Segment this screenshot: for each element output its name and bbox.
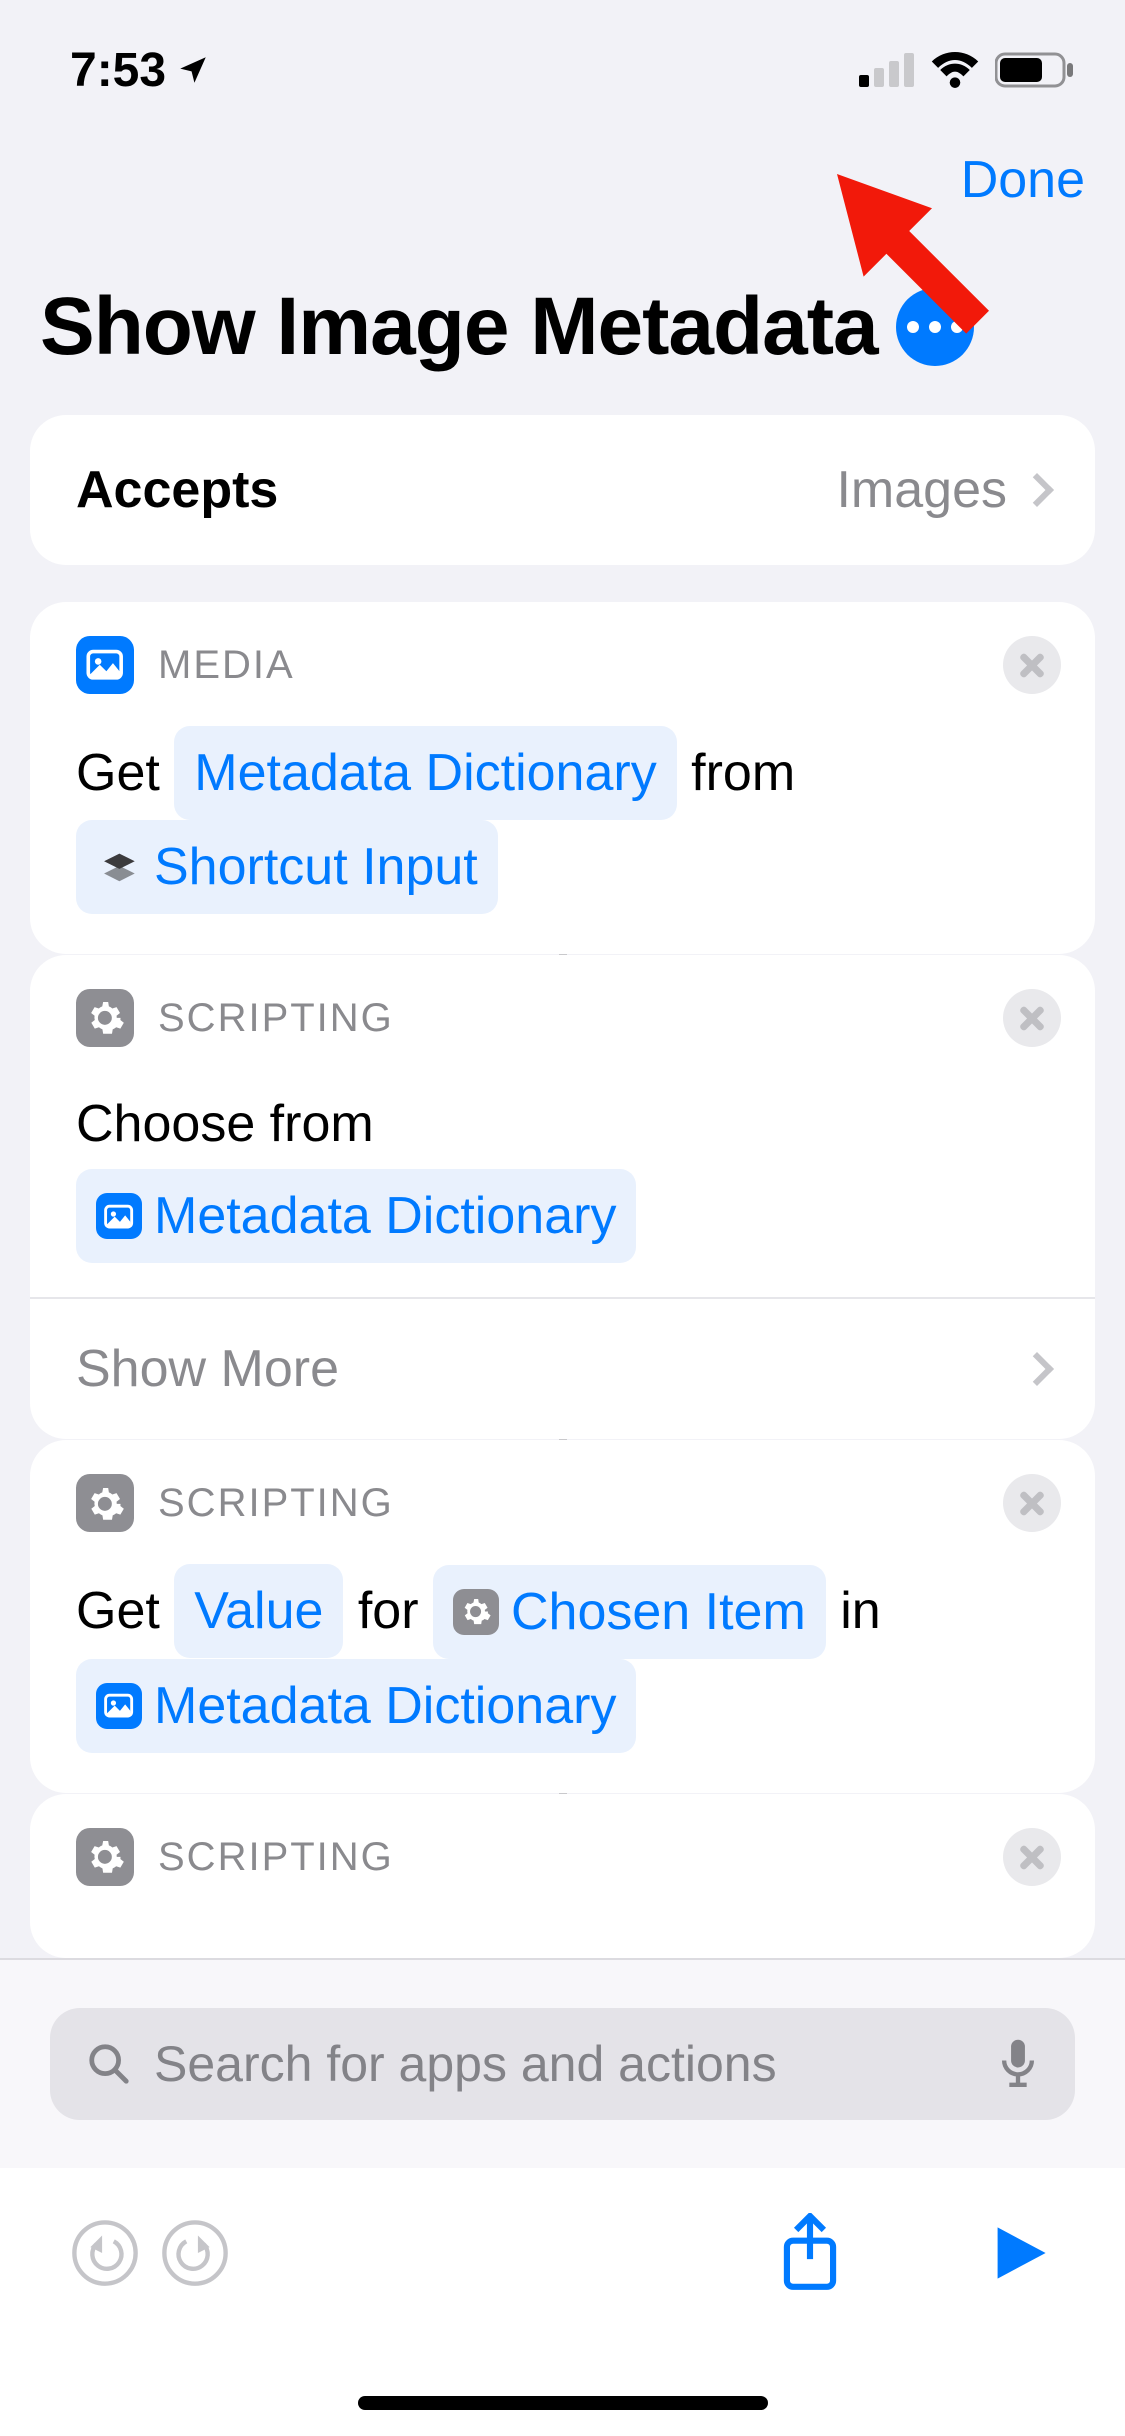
battery-icon — [995, 51, 1075, 89]
action-line: Metadata Dictionary — [76, 1659, 1049, 1753]
accepts-value: Images — [836, 460, 1007, 520]
action-category: SCRIPTING — [158, 996, 394, 1041]
action-category: SCRIPTING — [158, 1835, 394, 1880]
action-line: Metadata Dictionary — [76, 1169, 1049, 1263]
action-text: from — [677, 744, 795, 802]
action-category: MEDIA — [158, 643, 295, 688]
scripting-app-icon — [76, 1474, 134, 1532]
action-text: in — [826, 1582, 881, 1640]
delete-action-button[interactable] — [1003, 636, 1061, 694]
action-card[interactable]: SCRIPTINGGet Value for Chosen Item inMet… — [30, 1440, 1095, 1792]
variable-token-label: Metadata Dictionary — [154, 1171, 616, 1261]
cellular-icon — [859, 53, 915, 87]
variable-token[interactable]: Metadata Dictionary — [76, 1169, 636, 1263]
dictate-icon[interactable] — [997, 2038, 1039, 2090]
action-text: for — [343, 1582, 433, 1640]
variable-token-label: Metadata Dictionary — [154, 1661, 616, 1751]
actions-flow: MEDIAGet Metadata Dictionary fromShortcu… — [30, 602, 1095, 1958]
chevron-right-icon — [1020, 1352, 1054, 1386]
delete-action-button[interactable] — [1003, 1474, 1061, 1532]
scripting-app-icon — [76, 989, 134, 1047]
action-category: SCRIPTING — [158, 1481, 394, 1526]
home-indicator — [358, 2396, 768, 2410]
action-text: Get — [76, 744, 174, 802]
run-button[interactable] — [975, 2208, 1065, 2298]
variable-token-label: Value — [194, 1566, 323, 1656]
variable-token-label: Chosen Item — [511, 1567, 806, 1657]
action-line: Get Value for Chosen Item in — [76, 1564, 1049, 1658]
redo-button[interactable] — [150, 2208, 240, 2298]
scripting-app-icon — [76, 1828, 134, 1886]
action-line: Shortcut Input — [76, 820, 1049, 914]
variable-token-label: Shortcut Input — [154, 822, 478, 912]
undo-button[interactable] — [60, 2208, 150, 2298]
page-title: Show Image Metadata — [40, 280, 878, 374]
show-more-label: Show More — [76, 1339, 339, 1399]
action-text: Choose from — [76, 1095, 374, 1153]
location-icon — [176, 53, 210, 87]
delete-action-button[interactable] — [1003, 989, 1061, 1047]
variable-token[interactable]: Shortcut Input — [76, 820, 498, 914]
variable-token[interactable]: Metadata Dictionary — [174, 726, 676, 820]
annotation-arrow-icon — [818, 155, 1008, 345]
action-line: Choose from — [76, 1079, 1049, 1169]
wifi-icon — [929, 51, 981, 89]
share-button[interactable] — [765, 2208, 855, 2298]
action-text: Get — [76, 1582, 174, 1640]
action-line: Get Metadata Dictionary from — [76, 726, 1049, 820]
accepts-label: Accepts — [76, 460, 278, 520]
media-app-icon — [76, 636, 134, 694]
search-input[interactable]: Search for apps and actions — [50, 2008, 1075, 2120]
status-time: 7:53 — [70, 43, 166, 98]
variable-token-label: Metadata Dictionary — [194, 728, 656, 818]
media-icon — [96, 1683, 142, 1729]
delete-action-button[interactable] — [1003, 1828, 1061, 1886]
media-icon — [96, 1193, 142, 1239]
variable-token[interactable]: Value — [174, 1564, 343, 1658]
status-bar: 7:53 — [0, 0, 1125, 140]
gear-icon — [453, 1589, 499, 1635]
stack-icon — [96, 844, 142, 890]
show-more-row[interactable]: Show More — [30, 1297, 1095, 1439]
search-bar: Search for apps and actions — [0, 1958, 1125, 2168]
variable-token[interactable]: Chosen Item — [433, 1565, 826, 1659]
chevron-right-icon — [1020, 473, 1054, 507]
search-placeholder: Search for apps and actions — [154, 2035, 975, 2093]
action-card[interactable]: MEDIAGet Metadata Dictionary fromShortcu… — [30, 602, 1095, 954]
action-card[interactable]: SCRIPTING — [30, 1794, 1095, 1958]
accepts-row[interactable]: Accepts Images — [30, 415, 1095, 565]
variable-token[interactable]: Metadata Dictionary — [76, 1659, 636, 1753]
action-card[interactable]: SCRIPTING Choose from Metadata Dictionary S… — [30, 955, 1095, 1439]
search-icon — [86, 2041, 132, 2087]
